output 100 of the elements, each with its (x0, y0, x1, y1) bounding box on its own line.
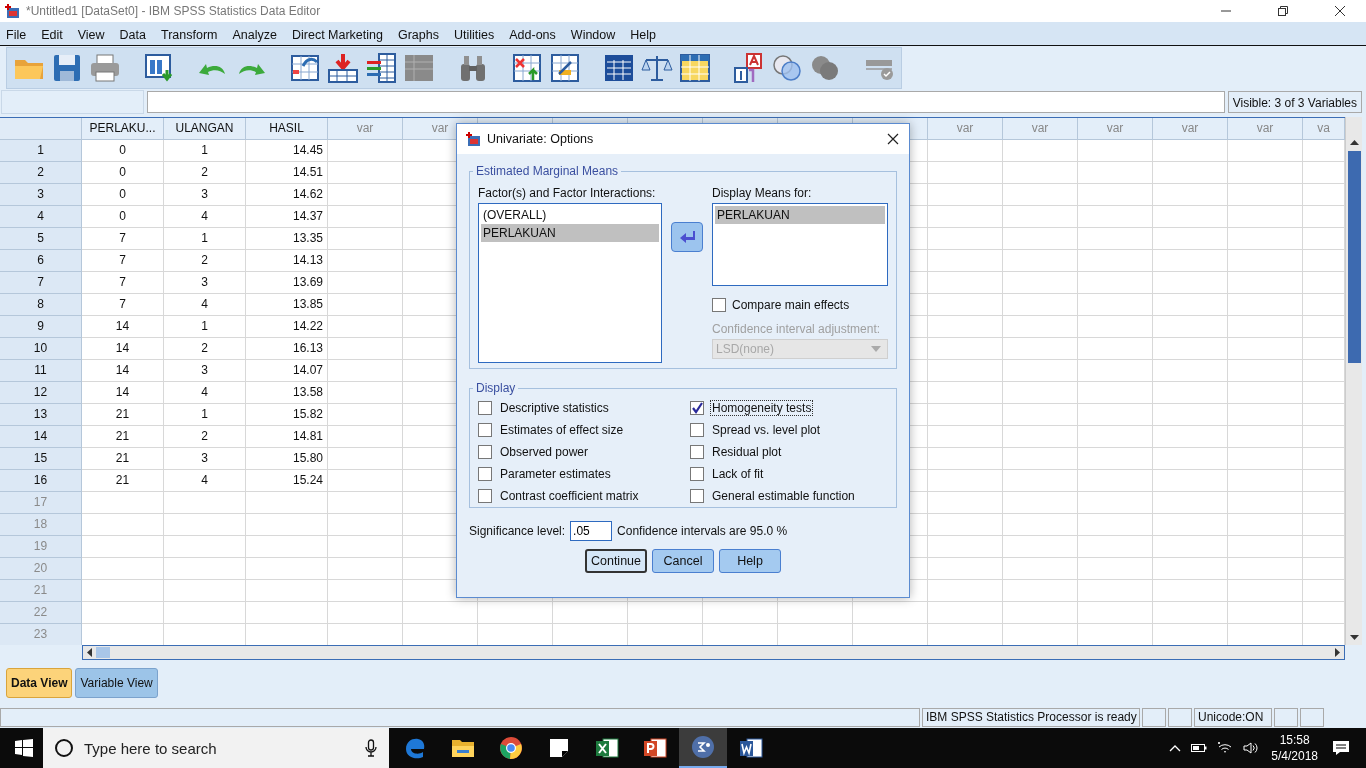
table-cell[interactable] (928, 140, 1003, 162)
table-cell[interactable] (928, 448, 1003, 470)
table-cell[interactable] (1228, 184, 1303, 206)
table-cell[interactable] (1228, 514, 1303, 536)
table-cell[interactable] (1003, 272, 1078, 294)
table-cell[interactable] (328, 580, 403, 602)
table-cell[interactable] (1078, 558, 1153, 580)
checkbox-label[interactable]: Lack of fit (710, 466, 766, 482)
table-cell[interactable] (1153, 184, 1228, 206)
table-cell[interactable] (328, 426, 403, 448)
table-cell[interactable] (1228, 162, 1303, 184)
table-cell[interactable] (1228, 470, 1303, 492)
checkbox-label[interactable]: Observed power (498, 444, 591, 460)
menu-item[interactable]: Direct Marketing (287, 25, 391, 42)
excel-icon[interactable] (595, 736, 619, 760)
chrome-icon[interactable] (499, 736, 523, 760)
table-cell[interactable] (928, 294, 1003, 316)
scroll-right-icon[interactable] (1335, 648, 1341, 657)
checkbox-label[interactable]: General estimable function (710, 488, 857, 504)
row-header[interactable]: 14 (0, 426, 82, 448)
table-cell[interactable] (1078, 426, 1153, 448)
table-cell[interactable] (1228, 360, 1303, 382)
table-cell[interactable]: 14 (82, 316, 164, 338)
cell-value-field[interactable] (147, 91, 1225, 113)
table-cell[interactable]: 13.58 (246, 382, 328, 404)
variable-sets-icon[interactable] (733, 52, 765, 84)
column-header[interactable]: HASIL (246, 118, 328, 140)
table-cell[interactable]: 2 (164, 426, 246, 448)
table-cell[interactable]: 2 (164, 338, 246, 360)
table-cell[interactable] (703, 602, 778, 624)
table-cell[interactable] (928, 228, 1003, 250)
table-cell[interactable]: 13.85 (246, 294, 328, 316)
table-cell[interactable] (1078, 272, 1153, 294)
dialog-button[interactable]: Continue (585, 549, 647, 573)
table-cell[interactable] (928, 272, 1003, 294)
table-cell[interactable] (328, 228, 403, 250)
table-cell[interactable] (1078, 250, 1153, 272)
menu-item[interactable]: Edit (37, 25, 71, 42)
table-cell[interactable] (1228, 140, 1303, 162)
table-cell[interactable]: 13.69 (246, 272, 328, 294)
table-cell[interactable] (1078, 140, 1153, 162)
table-cell[interactable] (164, 492, 246, 514)
table-cell[interactable] (1003, 470, 1078, 492)
dialog-button[interactable]: Help (719, 549, 781, 573)
table-cell[interactable] (1228, 206, 1303, 228)
table-cell[interactable] (82, 580, 164, 602)
table-cell[interactable]: 4 (164, 294, 246, 316)
table-cell[interactable] (328, 470, 403, 492)
volume-icon[interactable] (1243, 741, 1260, 755)
table-cell[interactable] (328, 382, 403, 404)
table-cell[interactable] (928, 426, 1003, 448)
checkbox-label[interactable]: Compare main effects (732, 298, 850, 312)
table-cell[interactable] (1153, 360, 1228, 382)
checkbox[interactable] (478, 467, 492, 481)
table-cell[interactable]: 14 (82, 338, 164, 360)
taskbar-app-button[interactable] (679, 728, 727, 768)
table-cell[interactable] (164, 536, 246, 558)
table-cell[interactable] (1003, 294, 1078, 316)
table-cell[interactable] (1003, 338, 1078, 360)
checkbox[interactable] (478, 401, 492, 415)
table-cell[interactable]: 21 (82, 404, 164, 426)
table-cell[interactable] (1153, 162, 1228, 184)
wifi-icon[interactable] (1217, 741, 1234, 755)
row-header[interactable]: 11 (0, 360, 82, 382)
table-cell[interactable] (164, 580, 246, 602)
table-cell[interactable] (1153, 448, 1228, 470)
table-cell[interactable]: 15.24 (246, 470, 328, 492)
table-cell[interactable] (82, 558, 164, 580)
table-cell[interactable]: 14.07 (246, 360, 328, 382)
horizontal-scrollbar[interactable] (82, 645, 1345, 660)
checkbox[interactable] (690, 401, 704, 415)
table-cell[interactable]: 14 (82, 360, 164, 382)
table-cell[interactable]: 0 (82, 206, 164, 228)
weight-cases-icon[interactable] (549, 52, 581, 84)
checkbox[interactable] (712, 298, 726, 312)
dialog-button[interactable]: Cancel (652, 549, 714, 573)
microphone-icon[interactable] (365, 739, 377, 757)
table-cell[interactable]: 4 (164, 470, 246, 492)
table-cell[interactable] (1003, 382, 1078, 404)
table-cell[interactable]: 1 (164, 404, 246, 426)
table-cell[interactable] (928, 316, 1003, 338)
table-cell[interactable] (1078, 162, 1153, 184)
table-cell[interactable] (778, 602, 853, 624)
table-cell[interactable]: 7 (82, 294, 164, 316)
table-cell[interactable] (328, 140, 403, 162)
table-cell[interactable] (1078, 184, 1153, 206)
spreadsheet-icon[interactable] (679, 52, 711, 84)
table-cell[interactable] (1003, 140, 1078, 162)
table-cell[interactable]: 3 (164, 184, 246, 206)
checkbox[interactable] (478, 423, 492, 437)
table-cell[interactable]: 21 (82, 426, 164, 448)
table-cell[interactable] (1003, 162, 1078, 184)
row-header[interactable]: 2 (0, 162, 82, 184)
table-cell[interactable] (164, 514, 246, 536)
table-cell[interactable] (1228, 228, 1303, 250)
save-icon[interactable] (51, 52, 83, 84)
table-cell[interactable] (1078, 470, 1153, 492)
table-cell[interactable] (328, 360, 403, 382)
windows-logo-icon[interactable] (15, 739, 33, 757)
row-header[interactable]: 3 (0, 184, 82, 206)
